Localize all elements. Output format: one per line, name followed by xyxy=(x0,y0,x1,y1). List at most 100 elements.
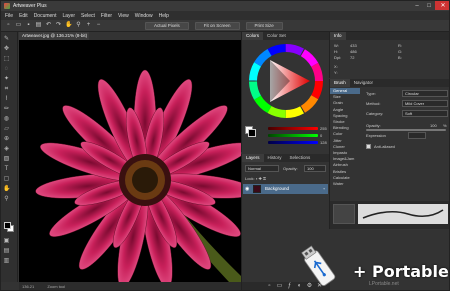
new-layer-icon[interactable]: ▫ xyxy=(266,283,273,290)
menu-filter[interactable]: Filter xyxy=(101,13,112,19)
maximize-button[interactable]: □ xyxy=(423,1,435,10)
tab-info[interactable]: Info xyxy=(330,32,346,40)
info-dpi-value: 72 xyxy=(350,55,355,60)
anti-aliased-checkbox[interactable] xyxy=(366,144,371,149)
airbrush-tool-icon[interactable]: ◍ xyxy=(3,116,10,123)
blue-slider[interactable] xyxy=(268,141,318,144)
layer-effects-icon[interactable]: ƒ xyxy=(286,283,293,290)
menu-document[interactable]: Document xyxy=(34,13,57,19)
lock-label: Lock: xyxy=(245,176,255,181)
primary-color-swatch[interactable] xyxy=(248,129,256,137)
close-button[interactable]: ✕ xyxy=(435,1,449,10)
zoom-out-icon[interactable]: − xyxy=(95,22,102,29)
brush-panel: Brush Navigator General Size Grain Angle… xyxy=(329,79,449,229)
app-window: Artweaver Plus – □ ✕ File Edit Document … xyxy=(0,0,450,291)
portable-label: + Portable xyxy=(353,262,449,281)
marquee-tool-icon[interactable]: ⬚ xyxy=(3,56,10,63)
menu-layer[interactable]: Layer xyxy=(62,13,75,19)
info-width-value: 433 xyxy=(350,43,357,48)
layer-folder-icon[interactable]: ▭ xyxy=(276,283,283,290)
magic-wand-tool-icon[interactable]: ✦ xyxy=(3,76,10,83)
tab-layers[interactable]: Layers xyxy=(242,154,264,162)
eraser-tool-icon[interactable]: ▱ xyxy=(3,126,10,133)
save-icon[interactable]: ▪ xyxy=(25,22,32,29)
info-height-label: H: xyxy=(334,49,338,54)
opacity-value[interactable]: 100 xyxy=(430,123,437,128)
red-value[interactable]: 255 xyxy=(320,126,327,131)
brush-tool-icon[interactable]: ✎ xyxy=(3,36,10,43)
window-title: Artweaver Plus xyxy=(13,3,47,9)
info-height-value: 486 xyxy=(350,49,357,54)
menu-edit[interactable]: Edit xyxy=(19,13,28,19)
pencil-tool-icon[interactable]: ✏ xyxy=(3,106,10,113)
tab-colors[interactable]: Colors xyxy=(242,32,264,40)
move-tool-icon[interactable]: ✥ xyxy=(3,46,10,53)
zoom-tool-icon[interactable]: ⚲ xyxy=(3,196,10,203)
print-size-button[interactable]: Print Size xyxy=(245,21,283,30)
percent-label: % xyxy=(443,123,447,128)
app-logo-icon xyxy=(4,3,10,9)
new-file-icon[interactable]: ▫ xyxy=(5,22,12,29)
foreground-color-swatch[interactable] xyxy=(4,222,11,229)
info-b-label: B: xyxy=(398,55,402,60)
type-select[interactable]: Circular xyxy=(402,90,448,97)
tab-brush[interactable]: Brush xyxy=(330,79,350,87)
green-slider[interactable] xyxy=(268,134,318,137)
layer-lock-icon: ▫ xyxy=(323,186,325,191)
screen-mode-full-icon[interactable]: ▥ xyxy=(3,258,10,265)
undo-icon[interactable]: ↶ xyxy=(45,22,52,29)
color-wheel[interactable] xyxy=(242,42,330,120)
fit-on-screen-button[interactable]: Fit on Screen xyxy=(194,21,240,30)
actual-pixels-button[interactable]: Actual Pixels xyxy=(145,21,189,30)
expression-select[interactable] xyxy=(408,132,426,139)
zoom-level[interactable]: 136.21 xyxy=(22,284,34,289)
zoom-icon[interactable]: ⚲ xyxy=(75,22,82,29)
flower-image xyxy=(35,69,241,282)
layer-row[interactable]: ◉ Background ▫ xyxy=(243,184,328,194)
document-canvas[interactable] xyxy=(19,40,241,282)
print-icon[interactable]: ▤ xyxy=(35,22,42,29)
redo-icon[interactable]: ↷ xyxy=(55,22,62,29)
lock-icon[interactable]: ▪ ✚ ⚿ xyxy=(256,176,266,181)
zoom-in-icon[interactable]: + xyxy=(85,22,92,29)
info-width-label: W: xyxy=(334,43,339,48)
view-mode-icon[interactable]: ▣ xyxy=(3,238,10,245)
lasso-tool-icon[interactable]: ◌ xyxy=(3,66,10,73)
menu-file[interactable]: File xyxy=(5,13,13,19)
category-select[interactable]: Soft xyxy=(402,110,448,117)
fill-tool-icon[interactable]: ◈ xyxy=(3,146,10,153)
clone-tool-icon[interactable]: ⊕ xyxy=(3,136,10,143)
method-select[interactable]: Mild Cover xyxy=(402,100,448,107)
hand-icon[interactable]: ✋ xyxy=(65,22,72,29)
blue-value[interactable]: 128 xyxy=(320,140,327,145)
red-slider[interactable] xyxy=(268,127,318,130)
visibility-eye-icon[interactable]: ◉ xyxy=(245,186,249,192)
gradient-tool-icon[interactable]: ▧ xyxy=(3,156,10,163)
crop-tool-icon[interactable]: ⌗ xyxy=(3,86,10,93)
tab-selections[interactable]: Selections xyxy=(286,154,315,162)
opacity-slider[interactable] xyxy=(366,129,446,131)
toolbox: ✎ ✥ ⬚ ◌ ✦ ⌗ ⌇ ✏ ◍ ▱ ⊕ ◈ ▧ T ▢ ✋ ⚲ ▣ ▤ ▥ xyxy=(1,32,18,282)
screen-mode-icon[interactable]: ▤ xyxy=(3,248,10,255)
shape-tool-icon[interactable]: ▢ xyxy=(3,176,10,183)
text-tool-icon[interactable]: T xyxy=(3,166,10,173)
minimize-button[interactable]: – xyxy=(411,1,423,10)
tab-color-set[interactable]: Color Set xyxy=(263,32,290,40)
colors-panel: Colors Color Set 255 0 128 xyxy=(241,32,329,152)
green-value[interactable]: 0 xyxy=(320,133,322,138)
tab-navigator[interactable]: Navigator xyxy=(350,79,377,87)
brush-category-water[interactable]: Water xyxy=(330,181,360,187)
type-label: Type: xyxy=(366,91,376,96)
open-folder-icon[interactable]: ▭ xyxy=(15,22,22,29)
info-g-label: G: xyxy=(398,49,403,54)
eyedropper-tool-icon[interactable]: ⌇ xyxy=(3,96,10,103)
menu-view[interactable]: View xyxy=(118,13,129,19)
blend-mode-select[interactable]: Normal xyxy=(245,165,279,172)
document-tab[interactable]: Artweaver.jpg @ 136.21% (8-bit) xyxy=(19,32,89,40)
menu-window[interactable]: Window xyxy=(135,13,153,19)
menu-help[interactable]: Help xyxy=(159,13,169,19)
tab-history[interactable]: History xyxy=(264,154,286,162)
layer-opacity-field[interactable]: 100 xyxy=(304,165,326,172)
menu-select[interactable]: Select xyxy=(81,13,95,19)
hand-tool-icon[interactable]: ✋ xyxy=(3,186,10,193)
